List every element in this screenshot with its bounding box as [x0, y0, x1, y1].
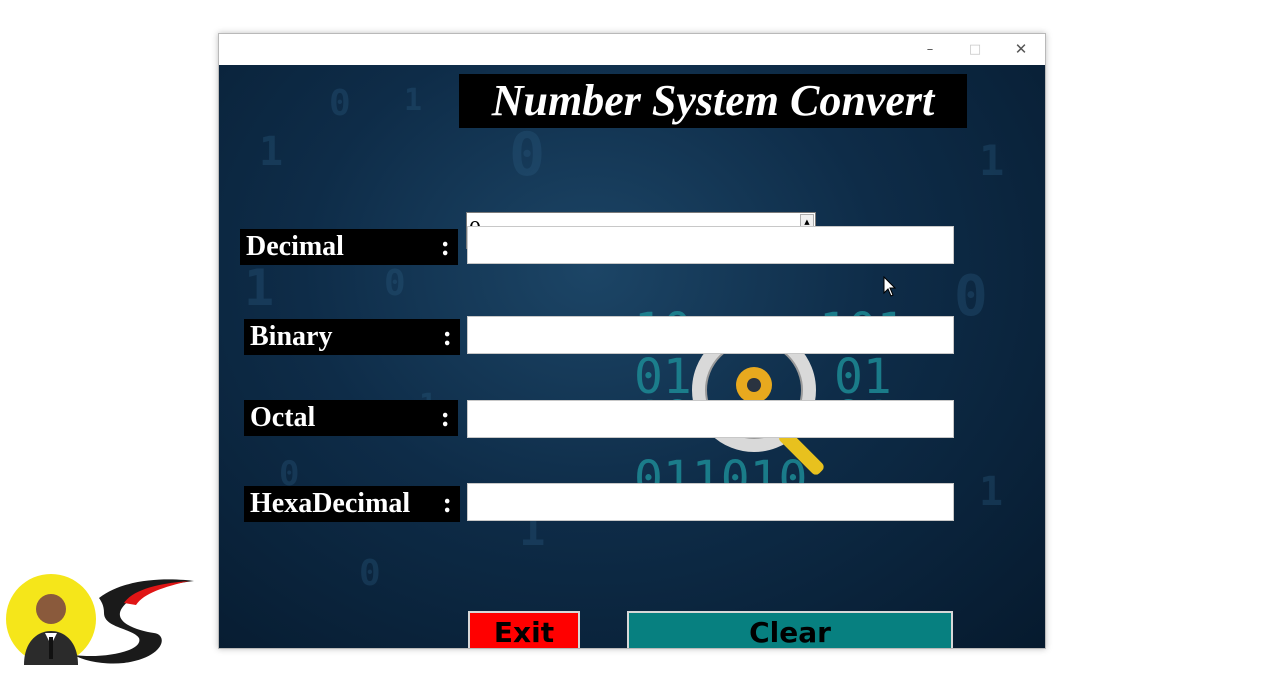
- mouse-cursor-icon: [883, 276, 897, 297]
- svg-text:1: 1: [244, 259, 274, 317]
- minimize-icon[interactable]: –: [908, 34, 952, 65]
- hexadecimal-label-text: HexaDecimal: [250, 488, 411, 519]
- decimal-label: Decimal :: [240, 229, 458, 265]
- binary-background-art: 1 0 1 0 0 1 1 0 0 1 0 1 1 0: [244, 80, 1004, 594]
- title-bar[interactable]: – □ ✕: [219, 34, 1045, 65]
- svg-text:0: 0: [329, 83, 351, 124]
- decimal-field[interactable]: [467, 226, 954, 264]
- clear-button[interactable]: Clear: [627, 611, 953, 648]
- svg-text:0: 0: [509, 120, 545, 190]
- title-banner: Number System Convert: [459, 74, 967, 128]
- binary-label-text: Binary: [250, 321, 333, 352]
- exit-button[interactable]: Exit: [468, 611, 580, 648]
- svg-text:1: 1: [259, 129, 283, 175]
- svg-text:0: 0: [384, 263, 406, 304]
- channel-logo: [6, 574, 194, 665]
- decimal-label-text: Decimal: [246, 231, 344, 262]
- svg-text:1: 1: [404, 83, 422, 118]
- hexadecimal-label: HexaDecimal :: [244, 486, 460, 522]
- svg-text:1: 1: [979, 136, 1004, 185]
- svg-text:1: 1: [979, 469, 1003, 515]
- app-title: Number System Convert: [491, 76, 935, 125]
- svg-text:0: 0: [954, 264, 988, 329]
- binary-field[interactable]: [467, 316, 954, 354]
- decimal-colon: :: [440, 231, 450, 262]
- octal-colon: :: [440, 402, 450, 433]
- maximize-icon[interactable]: □: [953, 34, 997, 65]
- svg-text:0: 0: [359, 553, 381, 594]
- client-area: 1 0 1 0 0 1 1 0 0 1 0 1 1 0 1 0 1 0 1 0 1 0: [219, 65, 1045, 648]
- close-icon[interactable]: ✕: [999, 34, 1043, 65]
- binary-label: Binary :: [244, 319, 460, 355]
- octal-label: Octal :: [244, 400, 458, 436]
- hexadecimal-field[interactable]: [467, 483, 954, 521]
- hexadecimal-colon: :: [442, 488, 452, 519]
- octal-label-text: Octal: [250, 402, 316, 433]
- app-window: – □ ✕ 1 0 1 0 0 1 1 0 0 1 0 1 1 0: [218, 33, 1046, 649]
- binary-colon: :: [442, 321, 452, 352]
- octal-field[interactable]: [467, 400, 954, 438]
